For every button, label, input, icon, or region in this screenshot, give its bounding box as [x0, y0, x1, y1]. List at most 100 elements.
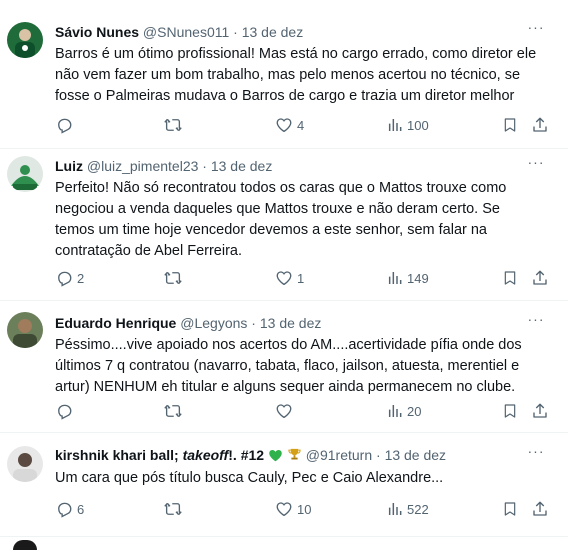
tweet-text: Perfeito! Não só recontratou todos os ca… — [55, 180, 507, 259]
reply-button[interactable] — [55, 115, 77, 135]
author-name[interactable]: Sávio Nunes — [55, 24, 139, 40]
tweet-actions: 2 1 149 — [55, 268, 555, 288]
author-name[interactable]: Luiz — [55, 158, 83, 174]
bookmark-button[interactable] — [502, 499, 518, 519]
reply-icon — [58, 271, 72, 287]
avatar[interactable] — [7, 312, 43, 348]
share-icon — [533, 501, 547, 516]
avatar[interactable] — [7, 22, 43, 58]
reply-button[interactable] — [55, 401, 77, 421]
tweet-actions: 6 10 522 — [55, 499, 555, 519]
reply-icon — [58, 404, 72, 420]
avatar-image — [7, 446, 43, 482]
share-icon — [533, 403, 547, 418]
bookmark-icon — [504, 404, 516, 418]
avatar-image — [7, 22, 43, 58]
view-count: 522 — [407, 501, 429, 517]
more-options-icon[interactable]: ··· — [526, 20, 546, 40]
view-count: 20 — [407, 403, 422, 419]
bookmark-button[interactable] — [502, 268, 518, 288]
views-button[interactable]: 20 — [387, 401, 421, 421]
share-button[interactable] — [531, 401, 549, 421]
like-button[interactable] — [275, 401, 297, 421]
tweet-actions: 20 — [55, 401, 555, 421]
tweet-header: Eduardo Henrique @Legyons · 13 de dez — [55, 314, 321, 332]
more-options-icon[interactable]: ··· — [526, 312, 546, 332]
repost-button[interactable] — [163, 115, 187, 135]
share-button[interactable] — [531, 268, 549, 288]
tweet-header: Sávio Nunes @SNunes011 · 13 de dez — [55, 23, 303, 41]
share-button[interactable] — [531, 115, 549, 135]
separator-dot: · — [233, 24, 238, 40]
tweet-actions: 4 100 — [55, 115, 555, 135]
repost-icon — [164, 271, 182, 285]
views-button[interactable]: 522 — [387, 499, 429, 519]
tweet[interactable]: kirshnik khari ball; takeoff!. #12 @91re… — [0, 432, 568, 537]
heart-icon — [276, 118, 292, 133]
reply-button[interactable]: 6 — [55, 499, 84, 519]
tweet-text: Um cara que pós título busca Cauly, Pec … — [55, 470, 444, 486]
tweet-date[interactable]: 13 de dez — [211, 158, 273, 174]
avatar[interactable] — [7, 156, 43, 192]
like-count: 4 — [297, 117, 305, 133]
like-count: 1 — [297, 270, 305, 286]
avatar-image — [7, 312, 43, 348]
reply-icon — [58, 118, 72, 134]
avatar[interactable] — [7, 446, 43, 482]
repost-icon — [164, 404, 182, 418]
views-icon — [388, 272, 402, 284]
trophy-icon — [288, 448, 301, 460]
bookmark-icon — [504, 271, 516, 285]
view-count: 149 — [407, 270, 429, 286]
tweet[interactable]: Eduardo Henrique @Legyons · 13 de dez ··… — [0, 300, 568, 433]
repost-button[interactable] — [163, 401, 187, 421]
author-handle[interactable]: @Legyons — [180, 315, 247, 331]
author-name-part: kirshnik khari ball; — [55, 447, 183, 463]
separator-dot: · — [251, 315, 256, 331]
heart-icon — [276, 502, 292, 517]
more-options-icon[interactable]: ··· — [526, 444, 546, 464]
tweet-header: Luiz @luiz_pimentel23 · 13 de dez — [55, 157, 272, 175]
repost-button[interactable] — [163, 499, 187, 519]
share-icon — [533, 117, 547, 132]
tweet-header: kirshnik khari ball; takeoff!. #12 @91re… — [55, 446, 446, 464]
tweet-text: Péssimo....vive apoiado nos acertos do A… — [55, 337, 522, 395]
author-name[interactable]: Eduardo Henrique — [55, 315, 176, 331]
views-button[interactable]: 100 — [387, 115, 429, 135]
views-icon — [388, 119, 402, 131]
repost-icon — [164, 502, 182, 516]
tweet[interactable]: Sávio Nunes @SNunes011 · 13 de dez ··· B… — [0, 0, 568, 149]
more-options-icon[interactable]: ··· — [526, 155, 546, 175]
bookmark-icon — [504, 502, 516, 516]
like-button[interactable]: 10 — [275, 499, 311, 519]
author-handle[interactable]: @SNunes011 — [143, 24, 229, 40]
views-button[interactable]: 149 — [387, 268, 429, 288]
like-button[interactable]: 1 — [275, 268, 304, 288]
next-tweet-avatar[interactable] — [13, 540, 37, 550]
author-name-suffix: !. #12 — [228, 447, 265, 463]
repost-icon — [164, 118, 182, 132]
bookmark-button[interactable] — [502, 115, 518, 135]
separator-dot: · — [376, 447, 381, 463]
author-handle[interactable]: @91return — [306, 447, 372, 463]
share-button[interactable] — [531, 499, 549, 519]
tweet-date[interactable]: 13 de dez — [385, 447, 447, 463]
repost-button[interactable] — [163, 268, 187, 288]
tweet-date[interactable]: 13 de dez — [260, 315, 322, 331]
bookmark-button[interactable] — [502, 401, 518, 421]
views-icon — [388, 503, 402, 515]
like-button[interactable]: 4 — [275, 115, 304, 135]
heart-icon — [276, 404, 292, 419]
author-name[interactable]: kirshnik khari ball; takeoff!. #12 — [55, 447, 264, 463]
tweet-date[interactable]: 13 de dez — [242, 24, 304, 40]
bookmark-icon — [504, 118, 516, 132]
share-icon — [533, 270, 547, 285]
reply-button[interactable]: 2 — [55, 268, 84, 288]
tweet[interactable]: Luiz @luiz_pimentel23 · 13 de dez ··· Pe… — [0, 148, 568, 301]
view-count: 100 — [407, 117, 429, 133]
author-handle[interactable]: @luiz_pimentel23 — [87, 158, 199, 174]
like-count: 10 — [297, 501, 312, 517]
green-heart-icon — [269, 450, 282, 462]
reply-icon — [58, 502, 72, 518]
reply-count: 6 — [77, 501, 85, 517]
